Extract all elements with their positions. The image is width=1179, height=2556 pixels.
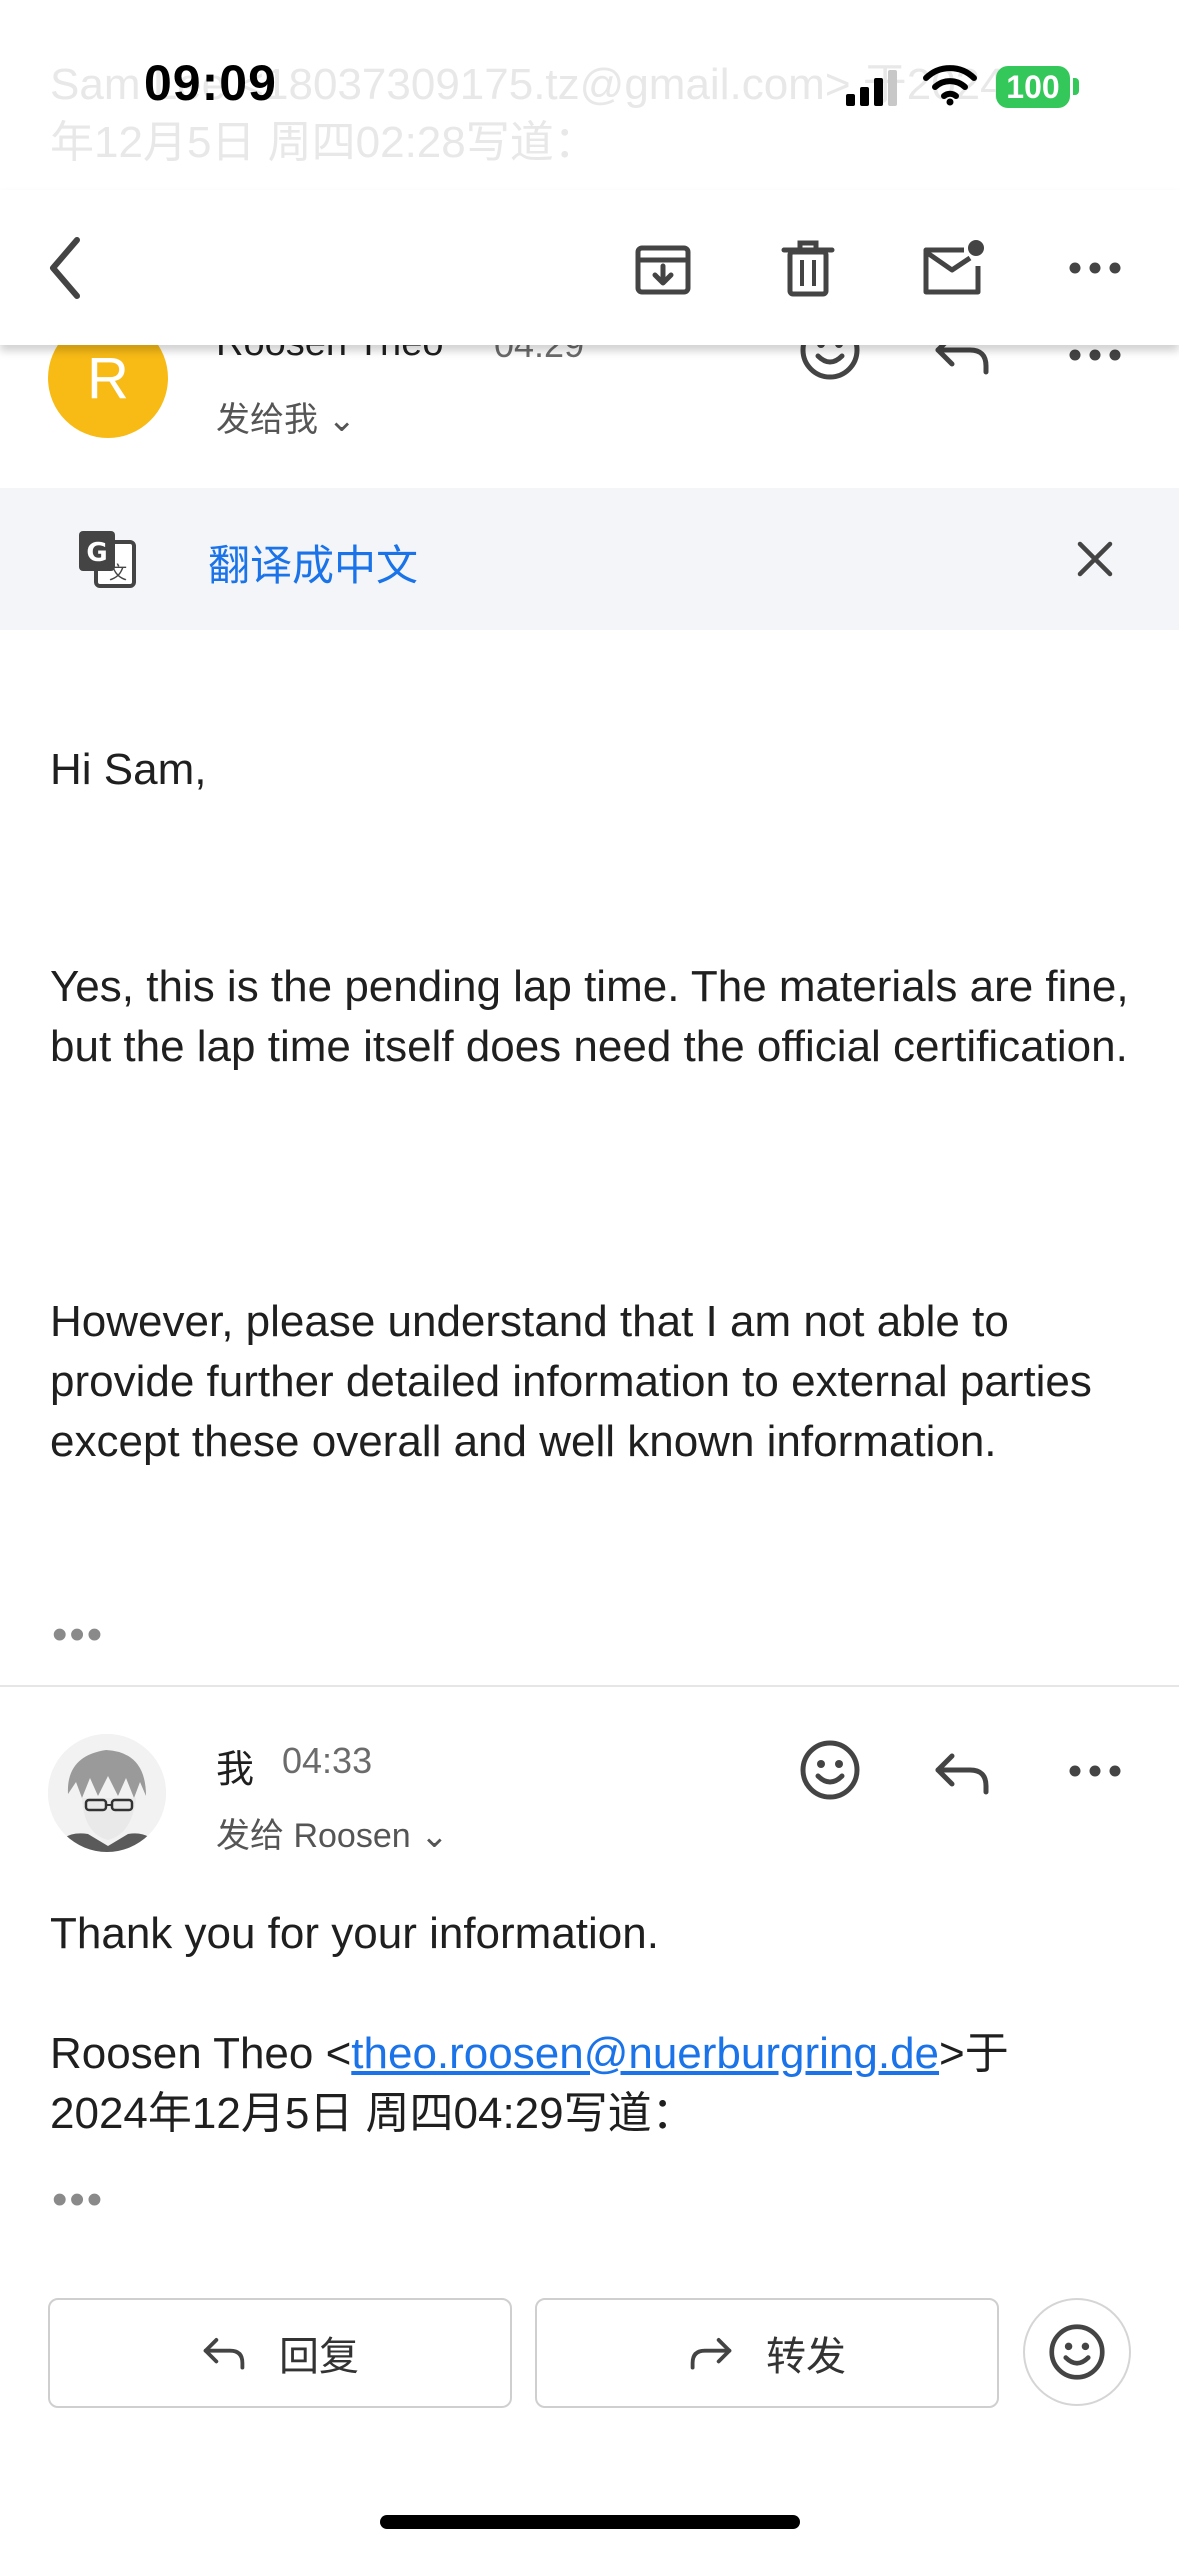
archive-icon <box>635 245 690 294</box>
emoji-react-button-2[interactable] <box>790 1730 870 1810</box>
reply-action-label: 回复 <box>279 2335 359 2379</box>
more-icon <box>1069 262 1121 273</box>
forward-action-button[interactable]: 转发 <box>535 2298 999 2408</box>
svg-text:文: 文 <box>109 563 127 584</box>
svg-text:G: G <box>86 538 107 568</box>
reply-icon <box>203 2338 245 2370</box>
more-options-button[interactable] <box>1055 225 1135 310</box>
reply-action-button[interactable]: 回复 <box>48 2298 512 2408</box>
quote-date: 2024年12月5日 周四04:29写道： <box>50 2089 696 2138</box>
emoji-react-icon <box>800 1740 860 1800</box>
translate-link[interactable]: 翻译成中文 <box>208 532 418 593</box>
forward-icon <box>690 2338 732 2370</box>
home-indicator[interactable] <box>380 2515 800 2529</box>
battery-indicator: 100 <box>996 66 1070 108</box>
more-icon <box>1069 349 1121 361</box>
back-arrow-icon <box>50 236 80 299</box>
message-paragraph-2: However, please understand that I am not… <box>50 1297 1092 1466</box>
translate-bar <box>0 488 1179 630</box>
message-greeting: Hi Sam, <box>50 745 207 794</box>
anime-avatar-image <box>48 1734 166 1852</box>
quoted-header-line-2: 年12月5日 周四02:28写道： <box>50 118 598 167</box>
delete-button[interactable] <box>765 225 850 310</box>
archive-button[interactable] <box>620 225 705 310</box>
emoji-action-button[interactable] <box>1023 2298 1131 2406</box>
my-message-time: 04:33 <box>282 1740 373 1781</box>
mail-toolbar <box>0 190 1179 345</box>
reply-button-2[interactable] <box>922 1738 1002 1808</box>
my-recipient-toggle[interactable]: 发给 Roosen ⌄ <box>216 1808 449 1857</box>
trash-icon <box>781 240 834 296</box>
quote-suffix: >于 <box>939 2029 1009 2078</box>
message-paragraph-1: Yes, this is the pending lap time. The m… <box>50 962 1129 1071</box>
my-avatar[interactable] <box>48 1734 166 1852</box>
status-time: 09:09 <box>144 55 277 111</box>
show-trimmed-content-2[interactable]: ••• <box>52 2175 104 2225</box>
forward-action-label: 转发 <box>766 2335 846 2379</box>
close-translate-button[interactable] <box>1060 528 1130 590</box>
mark-unread-icon <box>923 239 984 294</box>
quote-email-link[interactable]: theo.roosen@nuerburgring.de <box>351 2029 939 2078</box>
recipient-toggle[interactable]: 发给我 ⌄ <box>216 392 356 441</box>
reply-icon <box>935 1753 989 1795</box>
wifi-icon <box>923 65 977 106</box>
emoji-react-icon <box>1049 2324 1105 2380</box>
cellular-signal-icon <box>846 70 897 106</box>
close-icon <box>1077 541 1113 577</box>
quote-attribution: Roosen Theo <theo.roosen@nuerburgring.de… <box>50 2024 1130 2144</box>
message-divider <box>0 1685 1179 1687</box>
google-translate-icon: G 文 <box>79 531 136 588</box>
battery-cap <box>1073 78 1079 95</box>
back-button[interactable] <box>30 225 100 310</box>
more-icon <box>1069 1765 1121 1777</box>
my-message-body: Thank you for your information. <box>50 1909 659 1958</box>
message-more-button-2[interactable] <box>1055 1746 1135 1796</box>
mark-unread-button[interactable] <box>910 225 995 310</box>
show-trimmed-content[interactable]: ••• <box>52 1610 104 1660</box>
quote-prefix: Roosen Theo < <box>50 2029 352 2078</box>
my-sender-name: 我 <box>216 1749 255 1791</box>
